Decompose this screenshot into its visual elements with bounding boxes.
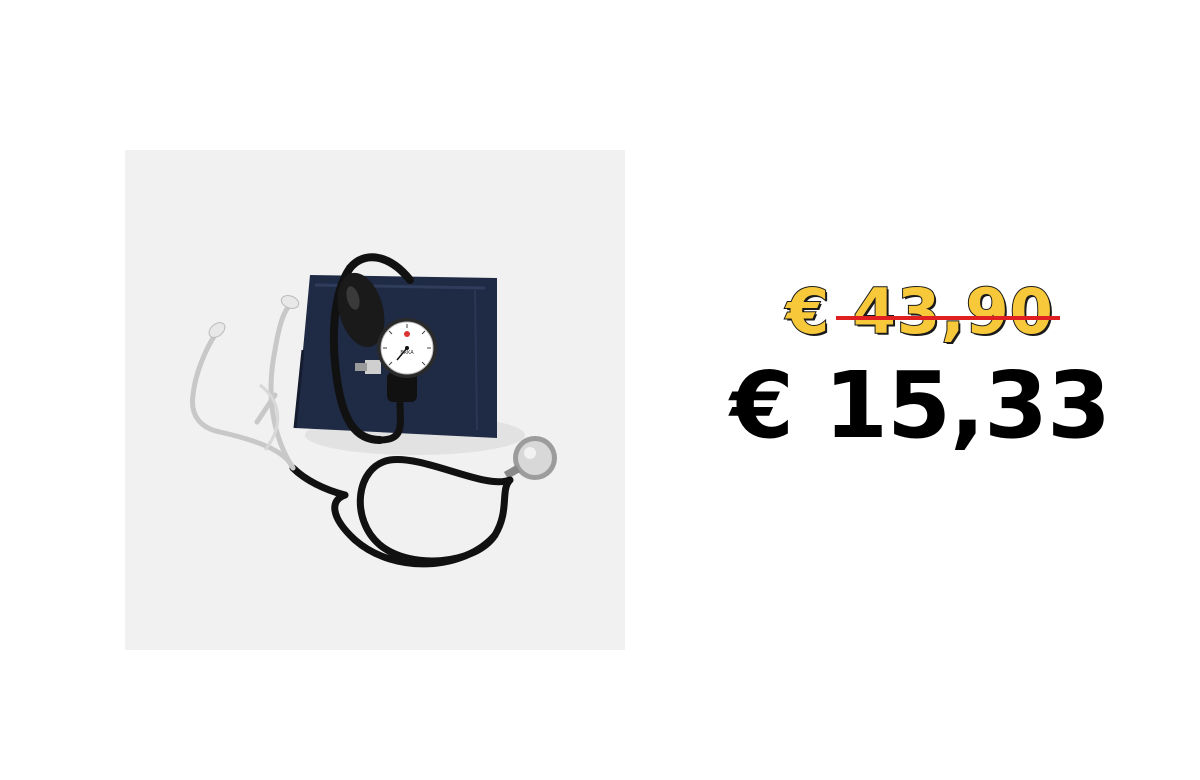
price-block: € 43,90 € 15,33 [690,270,1150,456]
old-price: € 43,90 [785,270,1060,354]
ear-tube-left [189,332,296,471]
ear-tip-left [208,322,226,338]
strikethrough-line [836,316,1060,320]
gauge-brand: ERKA [400,350,414,356]
product-image: ERKA [125,150,625,650]
ear-tip-right [280,295,300,309]
ear-tube-right [268,302,296,471]
gauge-logo [404,331,410,337]
old-price-text: € 43,90 [785,274,1054,349]
new-price: € 15,33 [729,352,1111,459]
stethoscope-cuff-illustration: ERKA [189,253,557,568]
valve [365,360,381,374]
